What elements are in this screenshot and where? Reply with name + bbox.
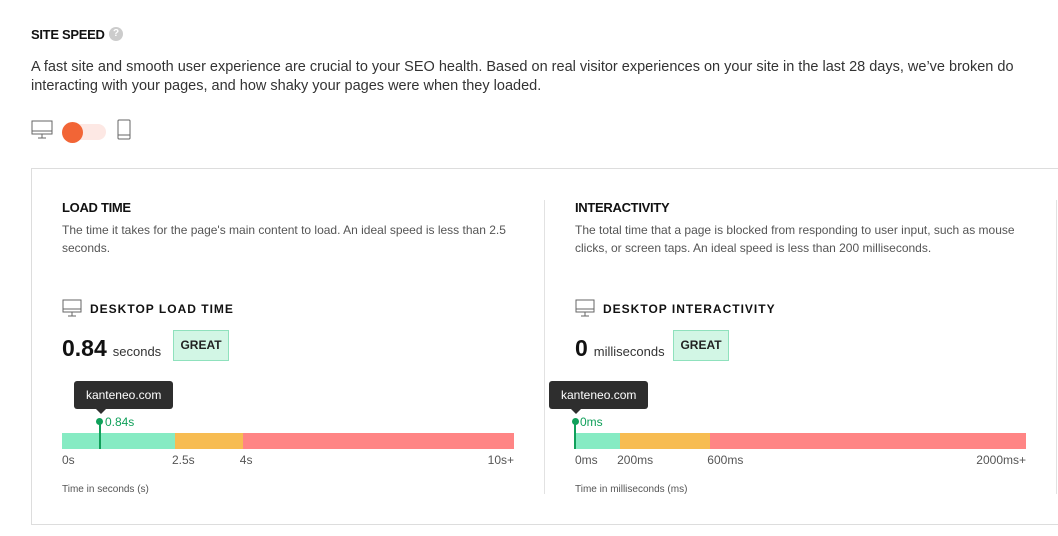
medium-segment (620, 433, 711, 449)
load_time-subtitle: DESKTOP LOAD TIME (90, 302, 234, 316)
metric-value: 0.84 (62, 335, 107, 361)
poor-segment (710, 433, 1026, 449)
tick-label: 2000ms+ (976, 453, 1026, 467)
page-title: SITE SPEED (31, 27, 105, 42)
metric-value: 0 (575, 335, 588, 361)
interactivity-value-group: 0 milliseconds (575, 335, 665, 362)
marker-dot (571, 418, 579, 425)
tick-label: 4s (239, 453, 253, 467)
description-line: The total time that a page is blocked fr… (575, 223, 1015, 237)
description-line: seconds. (62, 241, 111, 255)
poor-segment (242, 433, 514, 449)
tick-label: 10s+ (487, 453, 514, 467)
tick-label: 600ms (707, 453, 744, 467)
metric-unit: seconds (112, 344, 162, 359)
tick-label: 0ms (575, 453, 598, 467)
site-tooltip: kanteneo.com (73, 381, 174, 414)
interactivity-description: The total time that a page is blocked fr… (575, 221, 1025, 257)
desktop-icon (575, 299, 595, 317)
desktop-icon[interactable] (31, 120, 53, 140)
toggle-knob[interactable] (62, 122, 83, 143)
description-line: A fast site and smooth user experience a… (31, 59, 1014, 75)
metric-unit: milliseconds (593, 344, 665, 359)
rating-badge: GREAT (173, 330, 229, 361)
interactivity-subtitle: DESKTOP INTERACTIVITY (603, 302, 776, 316)
value-marker (574, 421, 576, 449)
load_time-description: The time it takes for the page's main co… (62, 221, 512, 257)
desktop-icon (62, 299, 82, 317)
good-segment (62, 433, 175, 449)
good-segment (575, 433, 621, 449)
divider (544, 200, 545, 494)
divider (1056, 200, 1057, 494)
medium-segment (175, 433, 243, 449)
question-circle-icon[interactable]: ? (109, 27, 123, 41)
tick-label: 0s (62, 453, 75, 467)
description-line: interacting with your pages, and how sha… (31, 78, 542, 94)
load_time-value-group: 0.84 seconds (62, 335, 161, 362)
tick-label: 2.5s (172, 453, 195, 467)
section-description: A fast site and smooth user experience a… (31, 58, 1058, 96)
tick-label: 200ms (617, 453, 654, 467)
rating-badge: GREAT (673, 330, 729, 361)
axis-label: Time in seconds (s) (62, 484, 149, 495)
axis-label: Time in milliseconds (ms) (575, 484, 688, 495)
interactivity-title: INTERACTIVITY (575, 200, 670, 215)
load_time-title: LOAD TIME (62, 200, 131, 215)
site-tooltip: kanteneo.com (549, 381, 649, 414)
value-marker (98, 421, 101, 449)
description-line: clicks, or screen taps. An ideal speed i… (575, 241, 932, 255)
description-line: The time it takes for the page's main co… (62, 223, 506, 237)
mobile-icon[interactable] (117, 119, 132, 141)
marker-label: 0.84s (104, 415, 135, 429)
marker-label: 0ms (580, 415, 603, 429)
